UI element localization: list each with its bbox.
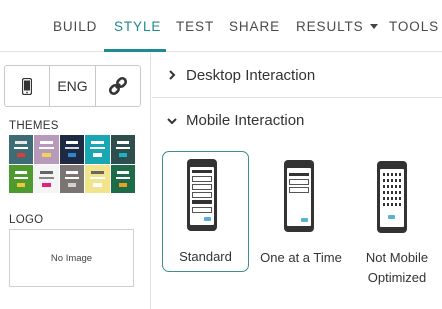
tab-tools-label: TOOLS xyxy=(389,19,440,34)
top-nav: BUILD STYLE TEST SHARE RESULTS TOOLS xyxy=(0,0,442,52)
theme-preview-line xyxy=(67,182,77,187)
tab-results-label: RESULTS xyxy=(296,19,364,34)
option-not-mobile-optimized[interactable]: Not Mobile Optimized xyxy=(352,151,442,291)
tab-share[interactable]: SHARE xyxy=(229,0,280,52)
theme-preview-line xyxy=(93,153,102,157)
option-one-at-a-time-label: One at a Time xyxy=(260,250,342,265)
theme-preview-line xyxy=(118,153,127,157)
theme-swatch[interactable] xyxy=(110,164,135,193)
tab-results[interactable]: RESULTS xyxy=(296,0,378,52)
theme-preview-line xyxy=(42,182,51,187)
style-sidebar: ENG THEMES LOGO No Image xyxy=(0,53,151,309)
option-one-at-a-time[interactable]: One at a Time xyxy=(254,151,348,272)
desktop-interaction-header[interactable]: Desktop Interaction xyxy=(152,53,442,98)
theme-preview-line xyxy=(40,170,53,174)
theme-swatch[interactable] xyxy=(9,164,34,193)
theme-preview-line xyxy=(90,176,105,179)
one-at-a-time-phone-icon xyxy=(284,160,314,232)
language-button[interactable]: ENG xyxy=(50,66,96,106)
view-toolbar: ENG xyxy=(4,65,141,107)
mobile-preview-button[interactable] xyxy=(5,66,51,106)
mobile-phone-icon xyxy=(22,77,33,95)
standard-layout-phone-icon xyxy=(187,159,217,231)
theme-preview-line xyxy=(116,141,129,144)
theme-preview-line xyxy=(65,170,79,174)
mobile-interaction-label: Mobile Interaction xyxy=(186,112,305,129)
theme-swatch[interactable] xyxy=(34,135,59,164)
theme-preview-line xyxy=(64,176,80,179)
tab-build[interactable]: BUILD xyxy=(53,0,97,52)
theme-preview-line xyxy=(14,176,29,179)
theme-swatch[interactable] xyxy=(9,135,34,164)
theme-preview-line xyxy=(40,141,53,144)
chevron-down-icon xyxy=(167,117,177,124)
theme-preview-line xyxy=(17,153,26,157)
theme-swatch[interactable] xyxy=(59,164,85,193)
theme-preview-line xyxy=(39,147,54,149)
theme-swatch[interactable] xyxy=(85,164,110,193)
themes-label: THEMES xyxy=(9,120,59,132)
mobile-interaction-header[interactable]: Mobile Interaction xyxy=(152,98,442,143)
theme-preview-line xyxy=(91,141,104,144)
theme-preview-line xyxy=(115,176,130,179)
theme-preview-line xyxy=(17,182,26,187)
theme-swatch[interactable] xyxy=(110,135,135,164)
tab-style[interactable]: STYLE xyxy=(104,0,166,52)
link-button[interactable] xyxy=(96,66,140,106)
logo-label: LOGO xyxy=(9,214,44,226)
theme-preview-line xyxy=(65,141,79,144)
logo-upload-box[interactable]: No Image xyxy=(9,229,134,287)
link-icon xyxy=(108,76,127,96)
theme-preview-line xyxy=(42,153,51,157)
tab-test[interactable]: TEST xyxy=(176,0,214,52)
language-label: ENG xyxy=(57,78,88,94)
option-not-mobile-optimized-label: Not Mobile Optimized xyxy=(365,250,429,285)
not-mobile-optimized-phone-icon xyxy=(377,161,407,233)
interaction-panel: Desktop Interaction Mobile Interaction S… xyxy=(152,53,442,309)
theme-preview-line xyxy=(91,170,104,174)
theme-preview-line xyxy=(116,170,129,174)
theme-preview-line xyxy=(67,153,77,157)
tab-tools[interactable]: TOOLS xyxy=(389,0,442,52)
theme-preview-line xyxy=(90,147,105,149)
theme-preview-line xyxy=(14,147,29,149)
theme-swatch[interactable] xyxy=(85,135,110,164)
tab-style-label: STYLE xyxy=(114,19,162,34)
desktop-interaction-label: Desktop Interaction xyxy=(186,66,316,84)
theme-preview-line xyxy=(115,147,130,149)
theme-swatch[interactable] xyxy=(59,135,85,164)
theme-swatch[interactable] xyxy=(34,164,59,193)
theme-preview-line xyxy=(118,182,127,187)
themes-grid xyxy=(9,135,135,193)
theme-preview-line xyxy=(15,141,28,144)
theme-preview-line xyxy=(39,176,54,179)
theme-preview-line xyxy=(15,170,28,174)
theme-preview-line xyxy=(93,182,102,187)
chevron-right-icon xyxy=(169,70,176,80)
chevron-down-icon xyxy=(369,24,378,29)
option-standard-label: Standard xyxy=(179,249,232,264)
logo-placeholder-text: No Image xyxy=(50,252,93,264)
option-standard[interactable]: Standard xyxy=(162,151,249,272)
theme-preview-line xyxy=(64,147,80,149)
